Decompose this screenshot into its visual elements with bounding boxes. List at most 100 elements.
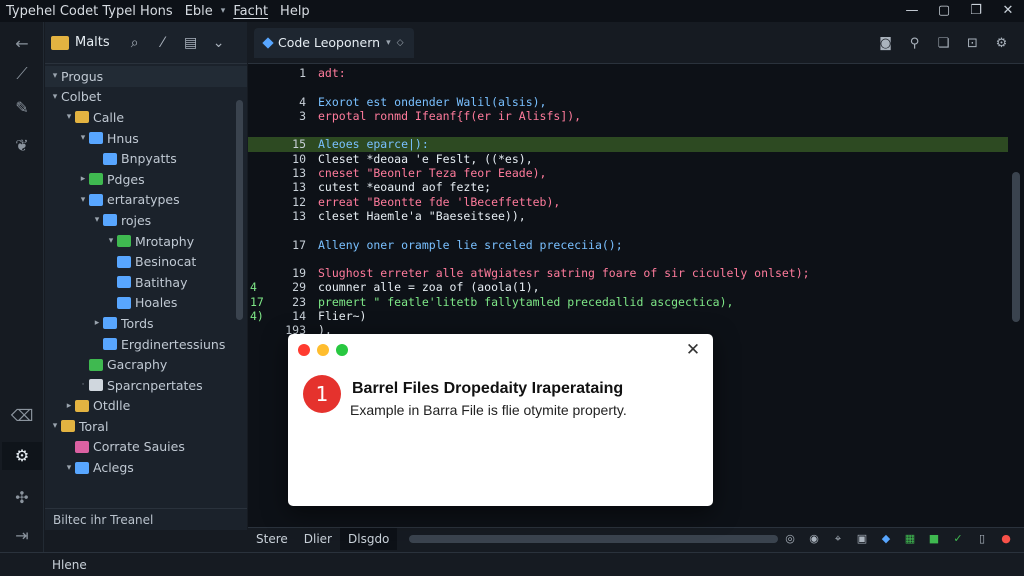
ring-icon[interactable]: ◉ [802,532,826,546]
back-arrow-icon[interactable]: ← [8,30,36,58]
menu-format[interactable]: Facht [227,4,274,19]
feather-icon[interactable]: ❦ [8,132,36,160]
minimize-dot-icon[interactable] [317,344,329,356]
code-line[interactable]: 4) 14 Flier~) [248,309,1008,323]
code-line[interactable] [248,80,1008,94]
chevron-icon[interactable]: ▾ [77,133,89,143]
code-line[interactable]: 4 29 coumner alle = zoa of (aoola(1), [248,280,1008,294]
exit-icon[interactable]: ⇥ [8,522,36,550]
layout-icon[interactable]: ▤ [180,35,202,51]
code-line[interactable]: 12 erreat "Beontte fde 'lBeceffetteb), [248,195,1008,209]
code-line[interactable]: 17 Alleny oner orample lie srceled precec… [248,238,1008,252]
trash-icon[interactable]: ⌫ [8,402,36,430]
tree-item[interactable]: ▾ Colbet [45,87,247,108]
code-line[interactable]: 1 adt: [248,66,1008,80]
panel-tab-dlsgdo[interactable]: Dlsgdo [340,527,398,550]
maximize-icon[interactable]: ❐ [960,0,992,22]
chevron-icon[interactable]: ▾ [77,195,89,205]
ring-icon[interactable]: ◎ [778,532,802,546]
shield-icon[interactable]: ◆ [874,532,898,546]
horizontal-scrollbar[interactable] [409,534,778,543]
menu-help[interactable]: Help [274,4,316,19]
code-line[interactable]: 10 Cleset *deoaa 'e Feslt, ((*es), [248,152,1008,166]
chevron-icon[interactable]: ▾ [91,215,103,225]
code-line[interactable]: 19 Slughost erreter alle atWgiatesr satri… [248,266,1008,280]
tree-item[interactable]: · Sparcnpertates [45,375,247,396]
settings-icon[interactable]: ⚙ [987,36,1016,51]
tree-item[interactable]: ▾ Hnus [45,128,247,149]
restore-icon[interactable]: ▢ [928,0,960,22]
camera-icon[interactable]: ◙ [871,36,900,51]
square-icon[interactable]: ■ [922,532,946,546]
tree-item[interactable]: ▾ rojes [45,210,247,231]
code-line[interactable]: 3 erpotal ronmd Ifeanf{f(er ir Alisfs]), [248,109,1008,123]
tree-item[interactable]: Batithay [45,272,247,293]
copy-icon[interactable]: ❏ [929,36,958,51]
search-icon[interactable]: ⌕ [124,35,146,51]
close-dot-icon[interactable] [298,344,310,356]
code-line[interactable]: 13 cneset "Beonler Teza feor Eeade), [248,166,1008,180]
chevron-icon[interactable]: · [77,380,89,390]
export-icon[interactable]: ⊡ [958,36,987,51]
panel-tab-dlier[interactable]: Dlier [296,528,340,550]
check-icon[interactable]: ✓ [946,532,970,546]
tree-item[interactable]: ▾ Aclegs [45,457,247,478]
chevron-icon[interactable]: ▾ [63,463,75,473]
panel-tab-stere[interactable]: Stere [248,528,296,550]
chevron-icon[interactable]: ▸ [91,318,103,328]
close-icon[interactable]: ✕ [683,340,703,360]
code-line[interactable]: 4 Exorot est ondender Walil(alsis), [248,95,1008,109]
wand-icon[interactable]: ⁄ [152,35,174,51]
book-icon[interactable]: ▯ [970,532,994,546]
code-line[interactable] [248,252,1008,266]
menu-edit[interactable]: Eble [179,4,219,19]
minimize-icon[interactable]: — [896,0,928,22]
code-line[interactable]: 13 cleset Haemle'a "Baeseitsee)), [248,209,1008,223]
tree-item[interactable]: Corrate Sauies [45,437,247,458]
chevron-icon[interactable]: ▸ [77,174,89,184]
editor-tab[interactable]: Code Leoponern ▾ ◇ [254,27,414,58]
tree-item[interactable]: Hoales [45,293,247,314]
menu-app[interactable]: Typehel Codet Typel Hons [0,4,179,19]
tree-item[interactable]: ▾ Toral [45,416,247,437]
pin-icon[interactable]: ⟋ [8,60,36,88]
chevron-icon[interactable]: ▾ [63,112,75,122]
sidebar-scrollbar[interactable] [236,100,243,320]
chevron-icon[interactable]: ▸ [63,401,75,411]
chevron-icon[interactable]: ▾ [49,71,61,81]
tree-item[interactable]: Ergdinertessiuns [45,334,247,355]
tab-close-icon[interactable]: ◇ [397,38,404,48]
code-line[interactable]: 13 cutest *eoaund aof fezte; [248,180,1008,194]
pen-icon[interactable]: ✎ [8,94,36,122]
tree-item[interactable]: ▸ Otdlle [45,396,247,417]
chevron-down-icon[interactable]: ⌄ [208,35,230,51]
tree-item[interactable]: ▾ Mrotaphy [45,231,247,252]
chevron-icon[interactable]: ▾ [105,236,117,246]
close-icon[interactable]: ✕ [992,0,1024,22]
code-view[interactable]: 1 adt: 4 Exorot est ondender Walil(alsis), 3… [248,66,1008,338]
code-line[interactable] [248,223,1008,237]
tree-item[interactable]: ▾ Progus [45,66,247,87]
mic-icon[interactable]: ● [994,532,1018,546]
tree-item[interactable]: ▾ ertaratypes [45,190,247,211]
tree-item[interactable]: ▸ Pdges [45,169,247,190]
grid-icon[interactable]: ▦ [898,532,922,546]
zoom-dot-icon[interactable] [336,344,348,356]
chip-icon[interactable]: ▣ [850,532,874,546]
code-line[interactable] [248,123,1008,137]
tree-item[interactable]: Gacraphy [45,354,247,375]
tree-item[interactable]: ▸ Tords [45,313,247,334]
tree-item[interactable]: ▾ Calle [45,107,247,128]
debug-icon[interactable]: ⚙ [2,442,42,470]
code-line[interactable]: 15 Aleoes eparce|): [248,137,1008,152]
editor-scrollbar[interactable] [1012,172,1020,322]
person-icon[interactable]: ⚲ [900,36,929,51]
code-line[interactable]: 17 23 premert " featle'litetb fallytamled… [248,295,1008,309]
pin-icon[interactable]: ⌖ [826,532,850,546]
tree-item[interactable]: Bnpyatts [45,148,247,169]
chevron-icon[interactable]: ▾ [49,92,61,102]
extensions-icon[interactable]: ✣ [8,484,36,512]
tree-item[interactable]: Besinocat [45,251,247,272]
chevron-down-icon[interactable]: ▾ [386,38,391,48]
chevron-icon[interactable]: ▾ [49,421,61,431]
